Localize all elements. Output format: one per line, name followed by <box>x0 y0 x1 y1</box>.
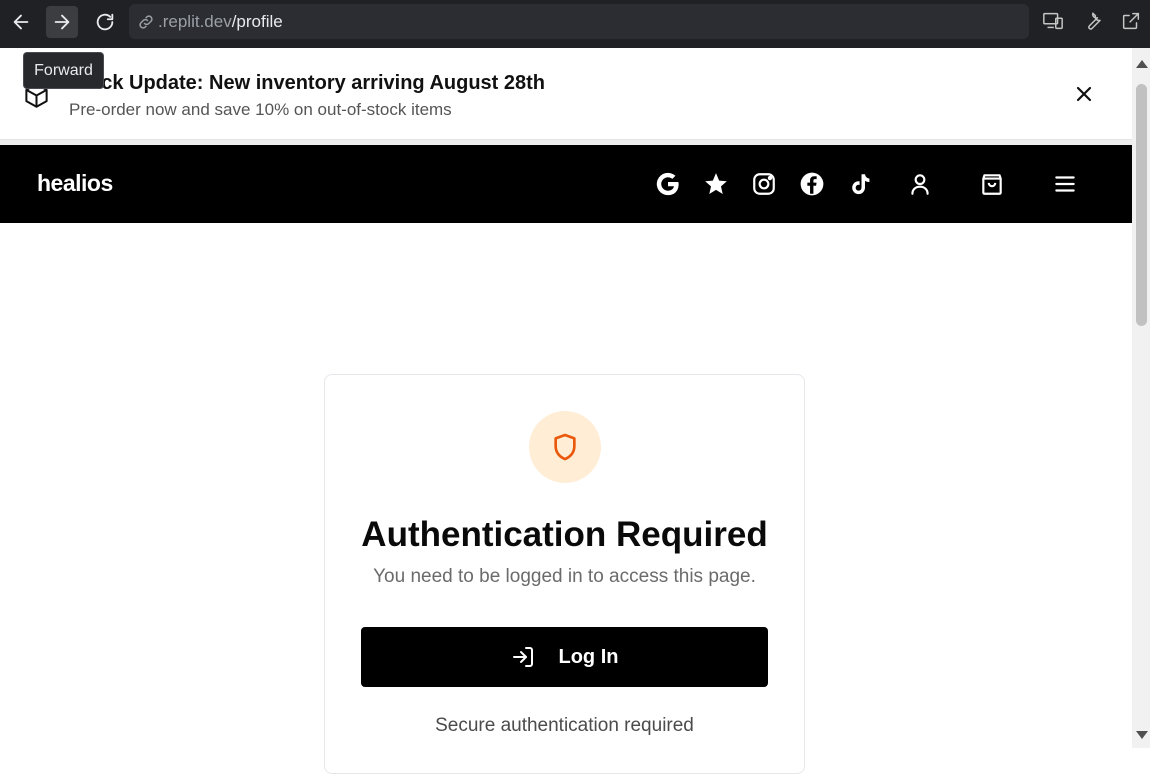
device-toolbar-button[interactable] <box>1042 10 1064 34</box>
menu-button[interactable] <box>1052 171 1078 197</box>
back-button[interactable] <box>5 6 37 38</box>
url-host: .replit.dev <box>158 11 232 31</box>
instagram-link[interactable] <box>751 171 777 197</box>
reload-button[interactable] <box>89 6 121 38</box>
site-header: healios <box>0 145 1132 223</box>
scroll-thumb[interactable] <box>1136 84 1147 326</box>
announcement-title: Stock Update: New inventory arriving Aug… <box>69 72 546 94</box>
reviews-link[interactable] <box>703 171 729 197</box>
forward-tooltip: Forward <box>23 52 104 89</box>
main-content: Authentication Required You need to be l… <box>0 223 1132 774</box>
site-logo[interactable]: healios <box>37 170 113 197</box>
url-path: /profile <box>231 11 283 31</box>
login-button-label: Log In <box>558 645 619 668</box>
devices-icon <box>1043 12 1063 30</box>
account-link[interactable] <box>907 171 933 197</box>
arrow-right-icon <box>54 14 70 30</box>
user-icon <box>911 174 929 195</box>
facebook-link[interactable] <box>799 171 825 197</box>
devtools-button[interactable] <box>1082 10 1104 34</box>
google-icon <box>656 172 679 196</box>
auth-card: Authentication Required You need to be l… <box>324 374 805 774</box>
page-scrollbar[interactable] <box>1132 48 1150 748</box>
star-icon <box>705 173 727 194</box>
browser-toolbar: .replit.dev/profile <box>0 0 1150 48</box>
close-icon[interactable] <box>1072 82 1096 106</box>
announcement-bar: Stock Update: New inventory arriving Aug… <box>0 48 1132 140</box>
auth-footer: Secure authentication required <box>435 715 694 736</box>
tiktok-link[interactable] <box>847 171 873 197</box>
reload-icon <box>96 13 114 31</box>
menu-icon <box>1055 176 1075 192</box>
log-in-icon <box>512 647 533 667</box>
auth-subtitle: You need to be logged in to access this … <box>373 566 756 587</box>
tiktok-icon <box>852 174 870 195</box>
open-new-window-button[interactable] <box>1120 10 1142 34</box>
shield-icon <box>554 433 576 461</box>
external-link-icon <box>1122 12 1140 30</box>
wrench-icon <box>1088 12 1101 30</box>
link-icon <box>139 14 153 29</box>
url-text: .replit.dev/profile <box>158 12 283 32</box>
facebook-icon <box>800 172 824 196</box>
scroll-up-arrow[interactable] <box>1136 60 1148 68</box>
announcement-subtitle: Pre-order now and save 10% on out-of-sto… <box>69 100 452 119</box>
google-link[interactable] <box>655 171 681 197</box>
arrow-left-icon <box>13 14 29 30</box>
cart-icon <box>982 174 1002 195</box>
shield-badge <box>529 411 601 483</box>
scroll-down-arrow[interactable] <box>1136 731 1148 739</box>
auth-title: Authentication Required <box>361 515 768 554</box>
forward-button[interactable] <box>46 6 78 38</box>
address-bar[interactable]: .replit.dev/profile <box>129 4 1029 39</box>
cart-button[interactable] <box>979 171 1005 197</box>
login-button[interactable]: Log In <box>361 627 768 687</box>
instagram-icon <box>753 173 775 195</box>
